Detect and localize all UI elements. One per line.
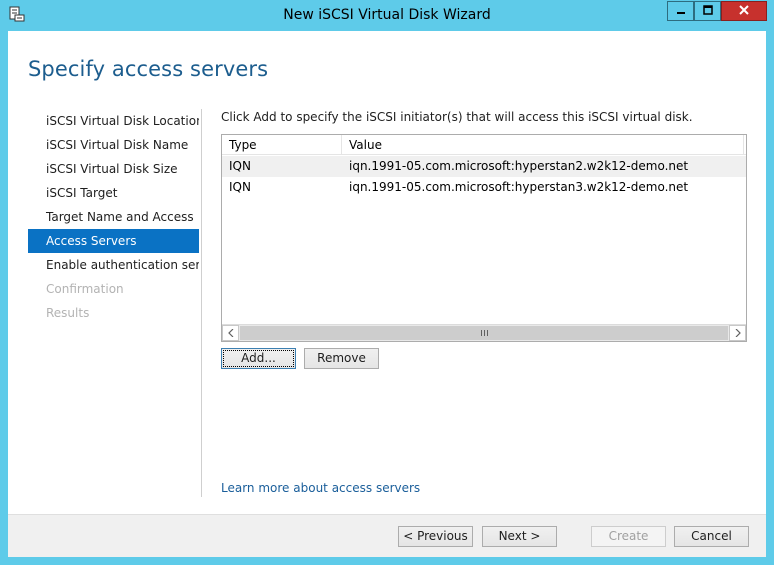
cell-value: iqn.1991-05.com.microsoft:hyperstan3.w2k… [349,180,689,194]
previous-button[interactable]: < Previous [398,526,473,547]
page-title: Specify access servers [28,57,269,81]
nav-step-results: Results [46,306,90,320]
close-button[interactable] [721,1,767,21]
column-header-value[interactable]: Value [342,135,744,155]
scroll-thumb[interactable] [240,326,728,340]
learn-more-link[interactable]: Learn more about access servers [221,481,420,495]
table-row[interactable]: IQN iqn.1991-05.com.microsoft:hyperstan3… [222,177,746,198]
nav-step-confirmation: Confirmation [46,282,124,296]
cell-value: iqn.1991-05.com.microsoft:hyperstan2.w2k… [349,159,689,173]
chevron-right-icon [735,327,741,340]
grip-icon [480,330,488,336]
nav-step-disk-name[interactable]: iSCSI Virtual Disk Name [28,133,199,157]
minimize-icon [676,4,686,18]
horizontal-scrollbar[interactable] [222,324,746,341]
nav-step-iscsi-target[interactable]: iSCSI Target [28,181,199,205]
create-button: Create [591,526,666,547]
instructions-text: Click Add to specify the iSCSI initiator… [221,110,693,124]
nav-step-disk-location[interactable]: iSCSI Virtual Disk Location [28,109,199,133]
column-header-type[interactable]: Type [222,135,342,155]
wizard-footer: < Previous Next > Create Cancel [8,514,766,557]
access-servers-list[interactable]: Type Value IQN iqn.1991-05.com.microsoft… [221,134,747,342]
maximize-button[interactable] [694,1,721,21]
remove-button[interactable]: Remove [304,348,379,369]
scroll-right-button[interactable] [729,325,746,341]
next-button[interactable]: Next > [482,526,557,547]
table-row[interactable]: IQN iqn.1991-05.com.microsoft:hyperstan2… [222,156,746,177]
nav-step-access-servers[interactable]: Access Servers [28,229,199,253]
nav-step-enable-authentication[interactable]: Enable authentication ser... [28,253,199,277]
minimize-button[interactable] [667,1,694,21]
wizard-step-nav: iSCSI Virtual Disk Location iSCSI Virtua… [28,109,199,325]
window-title: New iSCSI Virtual Disk Wizard [283,7,491,23]
maximize-icon [702,4,713,18]
cell-type: IQN [229,159,251,173]
title-bar: New iSCSI Virtual Disk Wizard [0,0,774,31]
close-icon [738,4,750,19]
cell-type: IQN [229,180,251,194]
scroll-left-button[interactable] [222,325,239,341]
nav-step-disk-size[interactable]: iSCSI Virtual Disk Size [28,157,199,181]
nav-divider [201,109,202,497]
nav-step-target-name-access[interactable]: Target Name and Access [28,205,199,229]
chevron-left-icon [227,327,234,340]
wizard-client-area: Specify access servers iSCSI Virtual Dis… [8,31,766,557]
list-header: Type Value [222,135,746,155]
cancel-button[interactable]: Cancel [674,526,749,547]
add-button[interactable]: Add... [221,348,296,369]
